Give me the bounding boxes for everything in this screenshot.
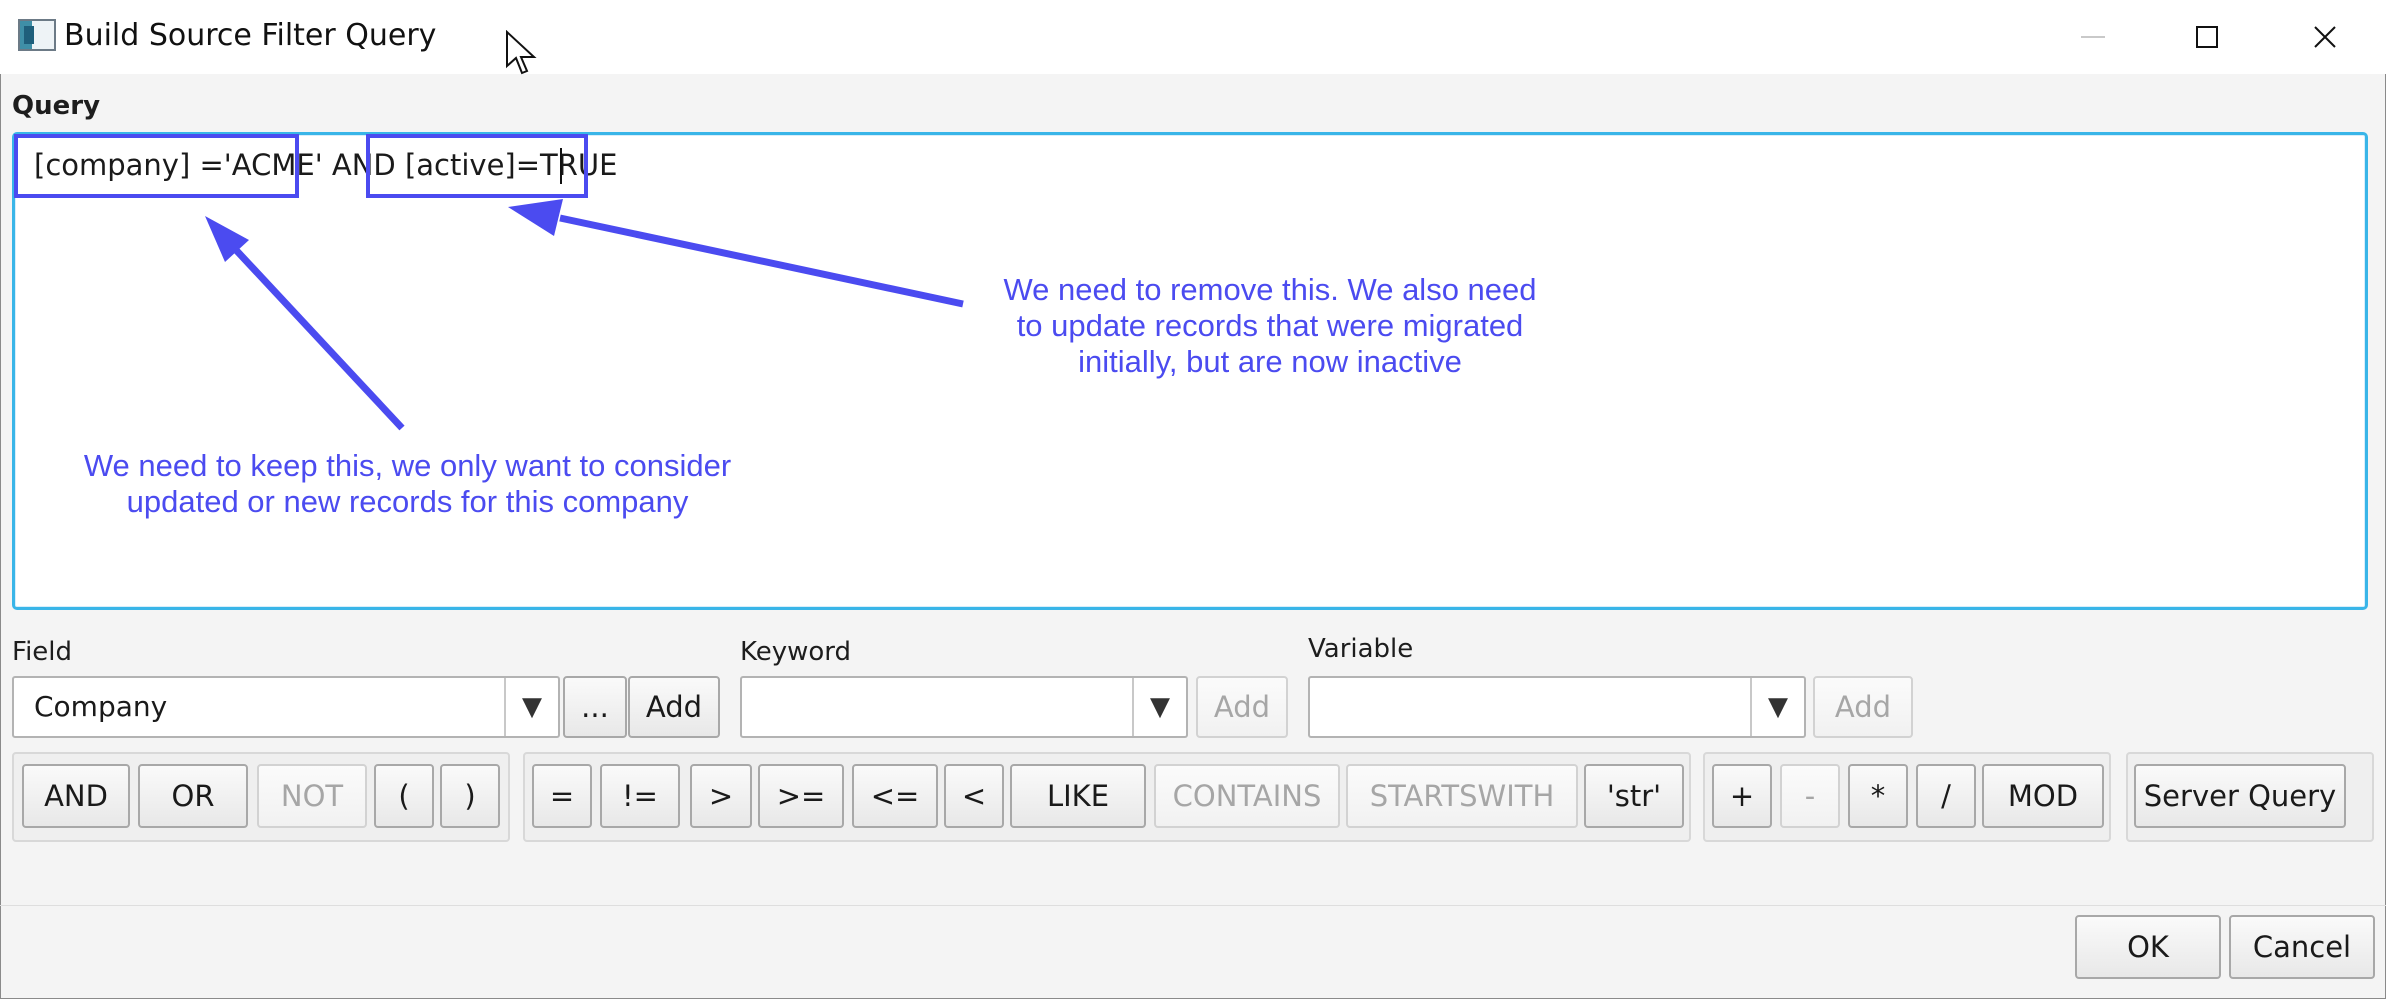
company-condition-highlight: [14, 134, 299, 198]
variable-add-button[interactable]: Add: [1813, 676, 1913, 738]
minimize-button[interactable]: [2048, 0, 2138, 74]
close-icon: [2314, 26, 2336, 48]
close-button[interactable]: [2280, 0, 2370, 74]
cancel-button[interactable]: Cancel: [2229, 915, 2375, 979]
close-paren-button[interactable]: ): [440, 764, 500, 828]
keyword-add-button[interactable]: Add: [1196, 676, 1288, 738]
maximize-button[interactable]: [2162, 0, 2252, 74]
keyword-label: Keyword: [740, 637, 852, 667]
app-icon: [18, 19, 56, 51]
string-literal-button[interactable]: 'str': [1584, 764, 1684, 828]
or-button[interactable]: OR: [138, 764, 248, 828]
not-button[interactable]: NOT: [257, 764, 367, 828]
greater-than-button[interactable]: >: [690, 764, 752, 828]
field-browse-button[interactable]: ...: [563, 676, 627, 738]
divide-button[interactable]: /: [1916, 764, 1976, 828]
chevron-down-icon: ▼: [1768, 692, 1788, 722]
minimize-icon: [2081, 36, 2105, 38]
server-query-button[interactable]: Server Query: [2134, 764, 2346, 828]
keep-condition-note: We need to keep this, we only want to co…: [83, 448, 732, 519]
remove-condition-note: We need to remove this. We also need to …: [1003, 272, 1537, 379]
keyword-dropdown-arrow[interactable]: ▼: [1132, 678, 1186, 736]
equals-button[interactable]: =: [532, 764, 592, 828]
keyword-select[interactable]: ▼: [740, 676, 1188, 738]
window-title: Build Source Filter Query: [64, 18, 437, 53]
field-add-button[interactable]: Add: [628, 676, 720, 738]
field-dropdown-arrow[interactable]: ▼: [504, 678, 558, 736]
mod-button[interactable]: MOD: [1982, 764, 2104, 828]
variable-dropdown-arrow[interactable]: ▼: [1750, 678, 1804, 736]
contains-button[interactable]: CONTAINS: [1154, 764, 1340, 828]
plus-button[interactable]: +: [1712, 764, 1772, 828]
field-selected-value: Company: [34, 690, 168, 723]
variable-label: Variable: [1308, 634, 1414, 664]
query-label: Query: [12, 91, 101, 121]
less-equal-button[interactable]: <=: [852, 764, 938, 828]
ok-button[interactable]: OK: [2075, 915, 2221, 979]
chevron-down-icon: ▼: [522, 692, 542, 722]
not-equals-button[interactable]: !=: [600, 764, 680, 828]
and-button[interactable]: AND: [22, 764, 130, 828]
variable-select[interactable]: ▼: [1308, 676, 1806, 738]
greater-equal-button[interactable]: >=: [758, 764, 844, 828]
field-select[interactable]: Company ▼: [12, 676, 560, 738]
field-label: Field: [12, 637, 73, 667]
mouse-cursor-icon: [506, 30, 537, 75]
minus-button[interactable]: -: [1780, 764, 1840, 828]
multiply-button[interactable]: *: [1848, 764, 1908, 828]
like-button[interactable]: LIKE: [1010, 764, 1146, 828]
active-condition-highlight: [366, 134, 588, 198]
startswith-button[interactable]: STARTSWITH: [1346, 764, 1578, 828]
open-paren-button[interactable]: (: [374, 764, 434, 828]
less-than-button[interactable]: <: [944, 764, 1004, 828]
chevron-down-icon: ▼: [1150, 692, 1170, 722]
maximize-icon: [2196, 26, 2218, 48]
footer-divider: [0, 905, 2386, 906]
